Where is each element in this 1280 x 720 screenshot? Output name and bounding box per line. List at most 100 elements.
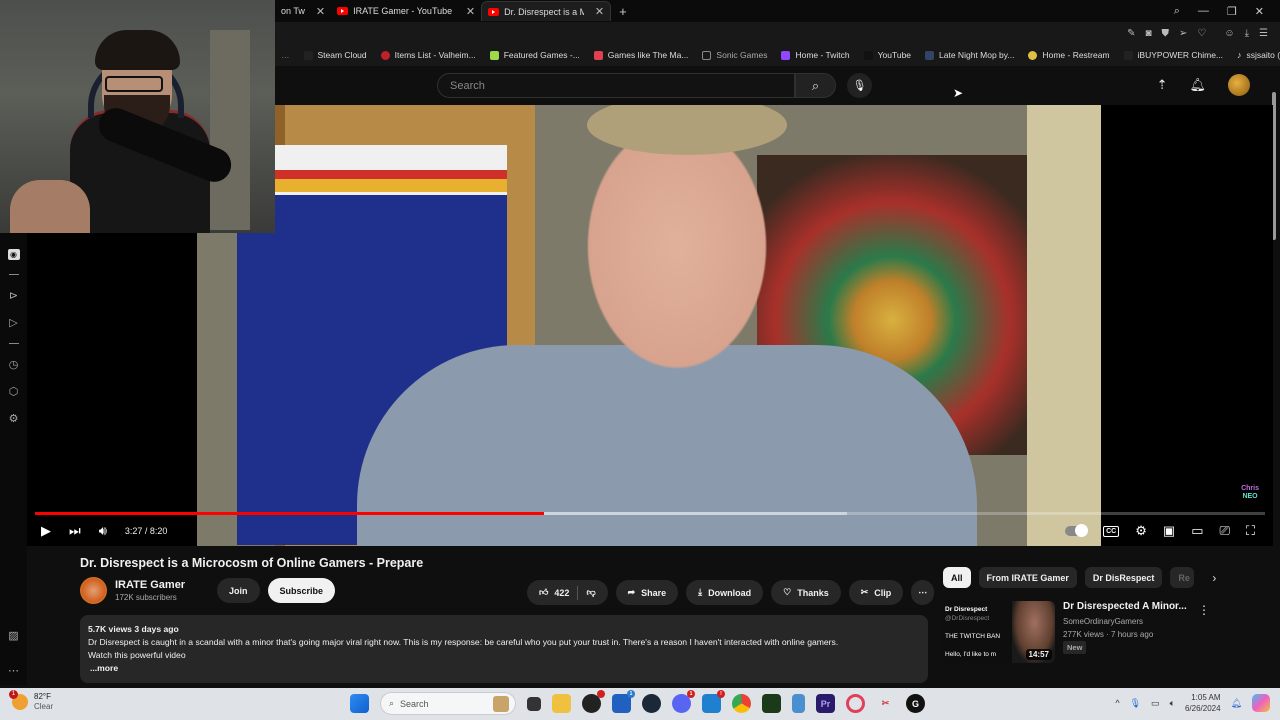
recommended-title[interactable]: Dr Disrespected A Minor... <box>1063 601 1187 613</box>
more-actions-button[interactable]: ⋯ <box>911 580 935 605</box>
video-thumbnail[interactable]: Dr Disrespect @DrDisrespect THE TWITCH B… <box>942 601 1055 663</box>
opera-gx-icon[interactable] <box>846 694 865 713</box>
progress-bar[interactable] <box>35 512 1265 515</box>
clip-button[interactable]: ✂ Clip <box>848 580 904 605</box>
kebab-menu-icon[interactable]: ⋮ <box>1198 603 1210 617</box>
clock-icon[interactable]: ◷ <box>9 358 19 371</box>
description-box[interactable]: 5.7K views 3 days ago Dr Disrespect is c… <box>80 615 928 683</box>
profile-icon[interactable]: ☺ <box>1224 28 1234 39</box>
channel-watermark[interactable]: Chris NEO <box>1241 485 1259 501</box>
microphone-tray-icon[interactable]: 🎙︎ <box>1130 698 1141 709</box>
subscribe-button[interactable]: Subscribe <box>267 578 336 603</box>
search-input[interactable]: Search <box>437 73 795 98</box>
bookmark-youtube[interactable]: YouTube <box>863 50 911 60</box>
bookmark-twitch[interactable]: Home - Twitch <box>781 50 850 60</box>
snipping-tool-icon[interactable]: ✂ <box>876 694 895 713</box>
notifications-bell-icon[interactable]: 🔔︎ <box>1189 77 1206 93</box>
dislike-button[interactable]: 👎︎ <box>586 587 595 598</box>
task-view-icon[interactable] <box>527 696 541 711</box>
bookmark-folder-sonic[interactable]: Sonic Games <box>702 50 767 60</box>
discord-icon[interactable]: ◉ <box>7 249 20 260</box>
show-hidden-icons[interactable]: ^ <box>1115 698 1119 708</box>
tab-irate-gamer[interactable]: IRATE Gamer - YouTube ✕ <box>331 1 481 21</box>
recommended-channel[interactable]: SomeOrdinaryGamers <box>1063 615 1187 628</box>
show-more-link[interactable]: ...more <box>88 662 920 675</box>
search-button[interactable]: ⌕ <box>795 73 836 98</box>
theater-mode-button[interactable]: ▭ <box>1191 523 1203 539</box>
send-icon[interactable]: ▷ <box>9 316 17 329</box>
recommended-video[interactable]: Dr Disrespect @DrDisrespect THE TWITCH B… <box>942 601 1272 663</box>
new-tab-button[interactable]: + <box>619 4 627 19</box>
chrome-icon[interactable] <box>732 694 751 713</box>
logitech-g-icon[interactable]: G <box>906 694 925 713</box>
channel-avatar[interactable] <box>80 577 107 604</box>
network-icon[interactable]: ▭ <box>1151 698 1160 709</box>
chip-related[interactable]: Re <box>1170 567 1195 588</box>
cube-icon[interactable]: ⬡ <box>9 385 19 398</box>
copilot-icon[interactable] <box>1252 694 1270 712</box>
play-circle-icon[interactable]: ⊳ <box>9 289 18 302</box>
settings-icon[interactable]: ⚙ <box>9 412 19 425</box>
close-tab-icon[interactable]: ✕ <box>316 5 325 18</box>
heart-icon[interactable]: ♡ <box>1197 28 1206 39</box>
next-button[interactable]: ⏭︎ <box>69 523 81 539</box>
chevron-right-icon[interactable]: › <box>1212 571 1216 585</box>
bookmark-steam-cloud[interactable]: Steam Cloud <box>303 50 367 60</box>
user-avatar[interactable] <box>1228 74 1250 96</box>
settings-gear-icon[interactable]: ⚙ <box>1135 523 1147 539</box>
clock[interactable]: 1:05 AM 6/26/2024 <box>1185 692 1221 714</box>
bookmark-games-like[interactable]: Games like The Ma... <box>593 50 688 60</box>
weather-widget[interactable]: 1 82°F Clear <box>9 690 53 712</box>
bookmark-late-night-mop[interactable]: Late Night Mop by... <box>925 50 1014 60</box>
thanks-button[interactable]: ♡ Thanks <box>771 580 841 605</box>
restore-button[interactable]: ❐ <box>1227 5 1237 18</box>
autoplay-toggle[interactable] <box>1065 524 1089 537</box>
miniplayer-button[interactable]: ▣ <box>1163 523 1175 539</box>
edit-icon[interactable]: ✎ <box>1127 28 1135 39</box>
steam-icon[interactable] <box>642 694 661 713</box>
discord-taskbar-icon[interactable]: 1 <box>672 690 695 713</box>
tab-twitch[interactable]: on Tw ✕ <box>275 1 331 21</box>
captions-button[interactable]: CC <box>1103 525 1120 537</box>
channel-name[interactable]: IRATE Gamer <box>115 579 205 591</box>
download-button[interactable]: ⤓ Download <box>686 580 764 605</box>
obs-icon[interactable] <box>582 690 605 713</box>
bookmark-ibuypower[interactable]: iBUYPOWER Chime... <box>1123 50 1223 60</box>
bookmark-featured-games[interactable]: Featured Games -... <box>489 50 580 60</box>
fullscreen-button[interactable]: ⛶ <box>1246 523 1255 539</box>
share-button[interactable]: ➦ Share <box>615 580 679 605</box>
cast-button[interactable]: ⎚ <box>1219 523 1229 539</box>
send-icon[interactable]: ➢ <box>1179 28 1187 39</box>
chip-dr-disrespect[interactable]: Dr DisRespect <box>1084 567 1163 588</box>
tab-current-video[interactable]: Dr. Disrespect is a Microcosm ✕ <box>481 1 612 21</box>
notification-bell-icon[interactable]: 🔔︎ <box>1231 698 1242 709</box>
like-button[interactable]: 👍︎ 422 <box>539 587 569 598</box>
volume-icon[interactable]: 🔊︎ <box>99 523 107 539</box>
menu-icon[interactable]: ☰ <box>1259 28 1268 39</box>
premiere-pro-icon[interactable]: Pr <box>816 694 835 713</box>
file-explorer-icon[interactable] <box>552 694 571 713</box>
streaming-app-icon[interactable] <box>762 694 781 713</box>
chip-all[interactable]: All <box>943 567 971 588</box>
upload-icon[interactable]: ⇡ <box>1157 77 1168 93</box>
voice-search-button[interactable]: 🎙 <box>847 73 872 98</box>
close-tab-icon[interactable]: ✕ <box>595 5 604 18</box>
notepad-icon[interactable] <box>792 694 805 713</box>
close-tab-icon[interactable]: ✕ <box>466 5 475 18</box>
camera-icon[interactable]: ◙ <box>1145 28 1151 39</box>
more-icon[interactable]: ⋯ <box>8 664 19 677</box>
play-button[interactable]: ▶ <box>41 523 51 539</box>
image-icon[interactable]: ▨ <box>8 629 18 642</box>
minimize-button[interactable]: — <box>1198 5 1209 17</box>
bookmark-tiktok[interactable]: ♪ssjsaito (@ssjsaito)... <box>1237 50 1280 60</box>
remote-desktop-icon[interactable]: ! <box>702 690 725 713</box>
taskbar-search[interactable]: ⌕ Search <box>380 692 516 715</box>
shield-icon[interactable]: ⛊ <box>1162 28 1170 39</box>
chip-from-channel[interactable]: From IRATE Gamer <box>978 567 1077 588</box>
join-button[interactable]: Join <box>217 578 260 603</box>
microsoft-store-icon[interactable]: 1 <box>612 690 635 713</box>
video-frame[interactable] <box>197 105 1101 546</box>
close-window-button[interactable]: ✕ <box>1255 5 1264 18</box>
browser-search-icon[interactable]: ⌕ <box>1174 5 1180 18</box>
windows-start-icon[interactable] <box>350 694 369 713</box>
